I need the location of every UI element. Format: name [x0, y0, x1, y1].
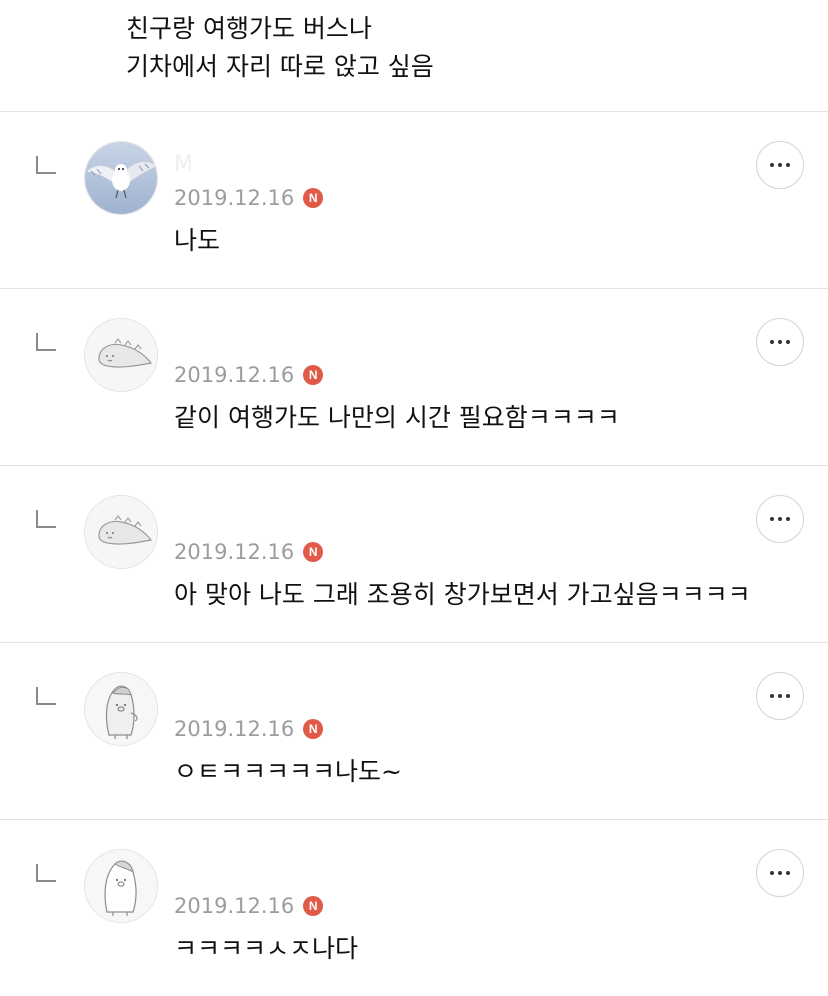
- new-badge: N: [303, 896, 324, 916]
- reply-meta: 2019.12.16 N: [174, 893, 324, 919]
- new-badge: N: [303, 188, 324, 208]
- new-badge: N: [303, 542, 324, 562]
- comment-text-line-1: 친구랑 여행가도 버스나: [126, 14, 372, 43]
- more-icon-dot: [786, 871, 790, 875]
- new-badge: N: [303, 365, 324, 385]
- reply-item: 2019.12.16 N 같이 여행가도 나만의 시간 필요함ㅋㅋㅋㅋ: [0, 289, 828, 466]
- reply-date: 2019.12.16: [174, 717, 295, 741]
- more-icon-dot: [778, 694, 782, 698]
- more-options-button[interactable]: [756, 672, 804, 720]
- seal-doodle-icon: [85, 496, 157, 568]
- avatar[interactable]: [84, 495, 158, 569]
- more-options-button[interactable]: [756, 495, 804, 543]
- reply-text: 같이 여행가도 나만의 시간 필요함ㅋㅋㅋㅋ: [174, 403, 620, 432]
- reply-item: 2019.12.16 N 아 맞아 나도 그래 조용히 창가보면서 가고싶음ㅋㅋ…: [0, 466, 828, 643]
- penguin-doodle-icon: [85, 673, 157, 745]
- more-icon-dot: [786, 517, 790, 521]
- parent-comment: 친구랑 여행가도 버스나 기차에서 자리 따로 앉고 싶음: [0, 0, 828, 112]
- more-icon-dot: [778, 517, 782, 521]
- more-icon: [770, 517, 774, 521]
- comment-text-line-2: 기차에서 자리 따로 앉고 싶음: [126, 52, 434, 81]
- more-icon-dot: [778, 340, 782, 344]
- reply-item: M 2019.12.16 N 나도: [0, 112, 828, 289]
- more-icon-dot: [786, 694, 790, 698]
- reply-meta: 2019.12.16 N: [174, 716, 324, 742]
- more-icon-dot: [778, 871, 782, 875]
- more-icon: [770, 163, 774, 167]
- reply-date: 2019.12.16: [174, 186, 295, 210]
- reply-arrow-icon: [36, 333, 56, 351]
- reply-meta: 2019.12.16 N: [174, 185, 324, 211]
- reply-meta: 2019.12.16 N: [174, 539, 324, 565]
- more-icon: [770, 340, 774, 344]
- reply-arrow-icon: [36, 687, 56, 705]
- reply-arrow-icon: [36, 156, 56, 174]
- avatar[interactable]: [84, 318, 158, 392]
- reply-text: 나도: [174, 226, 221, 255]
- more-options-button[interactable]: [756, 318, 804, 366]
- reply-date: 2019.12.16: [174, 363, 295, 387]
- more-icon-dot: [778, 163, 782, 167]
- more-icon-dot: [786, 340, 790, 344]
- bird-photo-icon: [85, 142, 157, 214]
- avatar[interactable]: [84, 141, 158, 215]
- avatar[interactable]: [84, 672, 158, 746]
- seal-doodle-icon: [85, 319, 157, 391]
- reply-item: 2019.12.16 N ㅋㅋㅋㅋㅅㅈ나다: [0, 820, 828, 996]
- more-icon-dot: [786, 163, 790, 167]
- reply-text: 아 맞아 나도 그래 조용히 창가보면서 가고싶음ㅋㅋㅋㅋ: [174, 580, 751, 609]
- reply-text: ㅇㅌㅋㅋㅋㅋㅋ나도~: [174, 757, 402, 786]
- reply-date: 2019.12.16: [174, 540, 295, 564]
- reply-date: 2019.12.16: [174, 894, 295, 918]
- more-options-button[interactable]: [756, 849, 804, 897]
- more-icon: [770, 871, 774, 875]
- reply-meta: 2019.12.16 N: [174, 362, 324, 388]
- more-icon: [770, 694, 774, 698]
- reply-item: 2019.12.16 N ㅇㅌㅋㅋㅋㅋㅋ나도~: [0, 643, 828, 820]
- new-badge: N: [303, 719, 324, 739]
- more-options-button[interactable]: [756, 141, 804, 189]
- avatar[interactable]: [84, 849, 158, 923]
- reply-arrow-icon: [36, 864, 56, 882]
- reply-arrow-icon: [36, 510, 56, 528]
- reply-text: ㅋㅋㅋㅋㅅㅈ나다: [174, 934, 359, 963]
- penguin-doodle-icon: [85, 850, 157, 922]
- nickname[interactable]: M: [174, 152, 193, 177]
